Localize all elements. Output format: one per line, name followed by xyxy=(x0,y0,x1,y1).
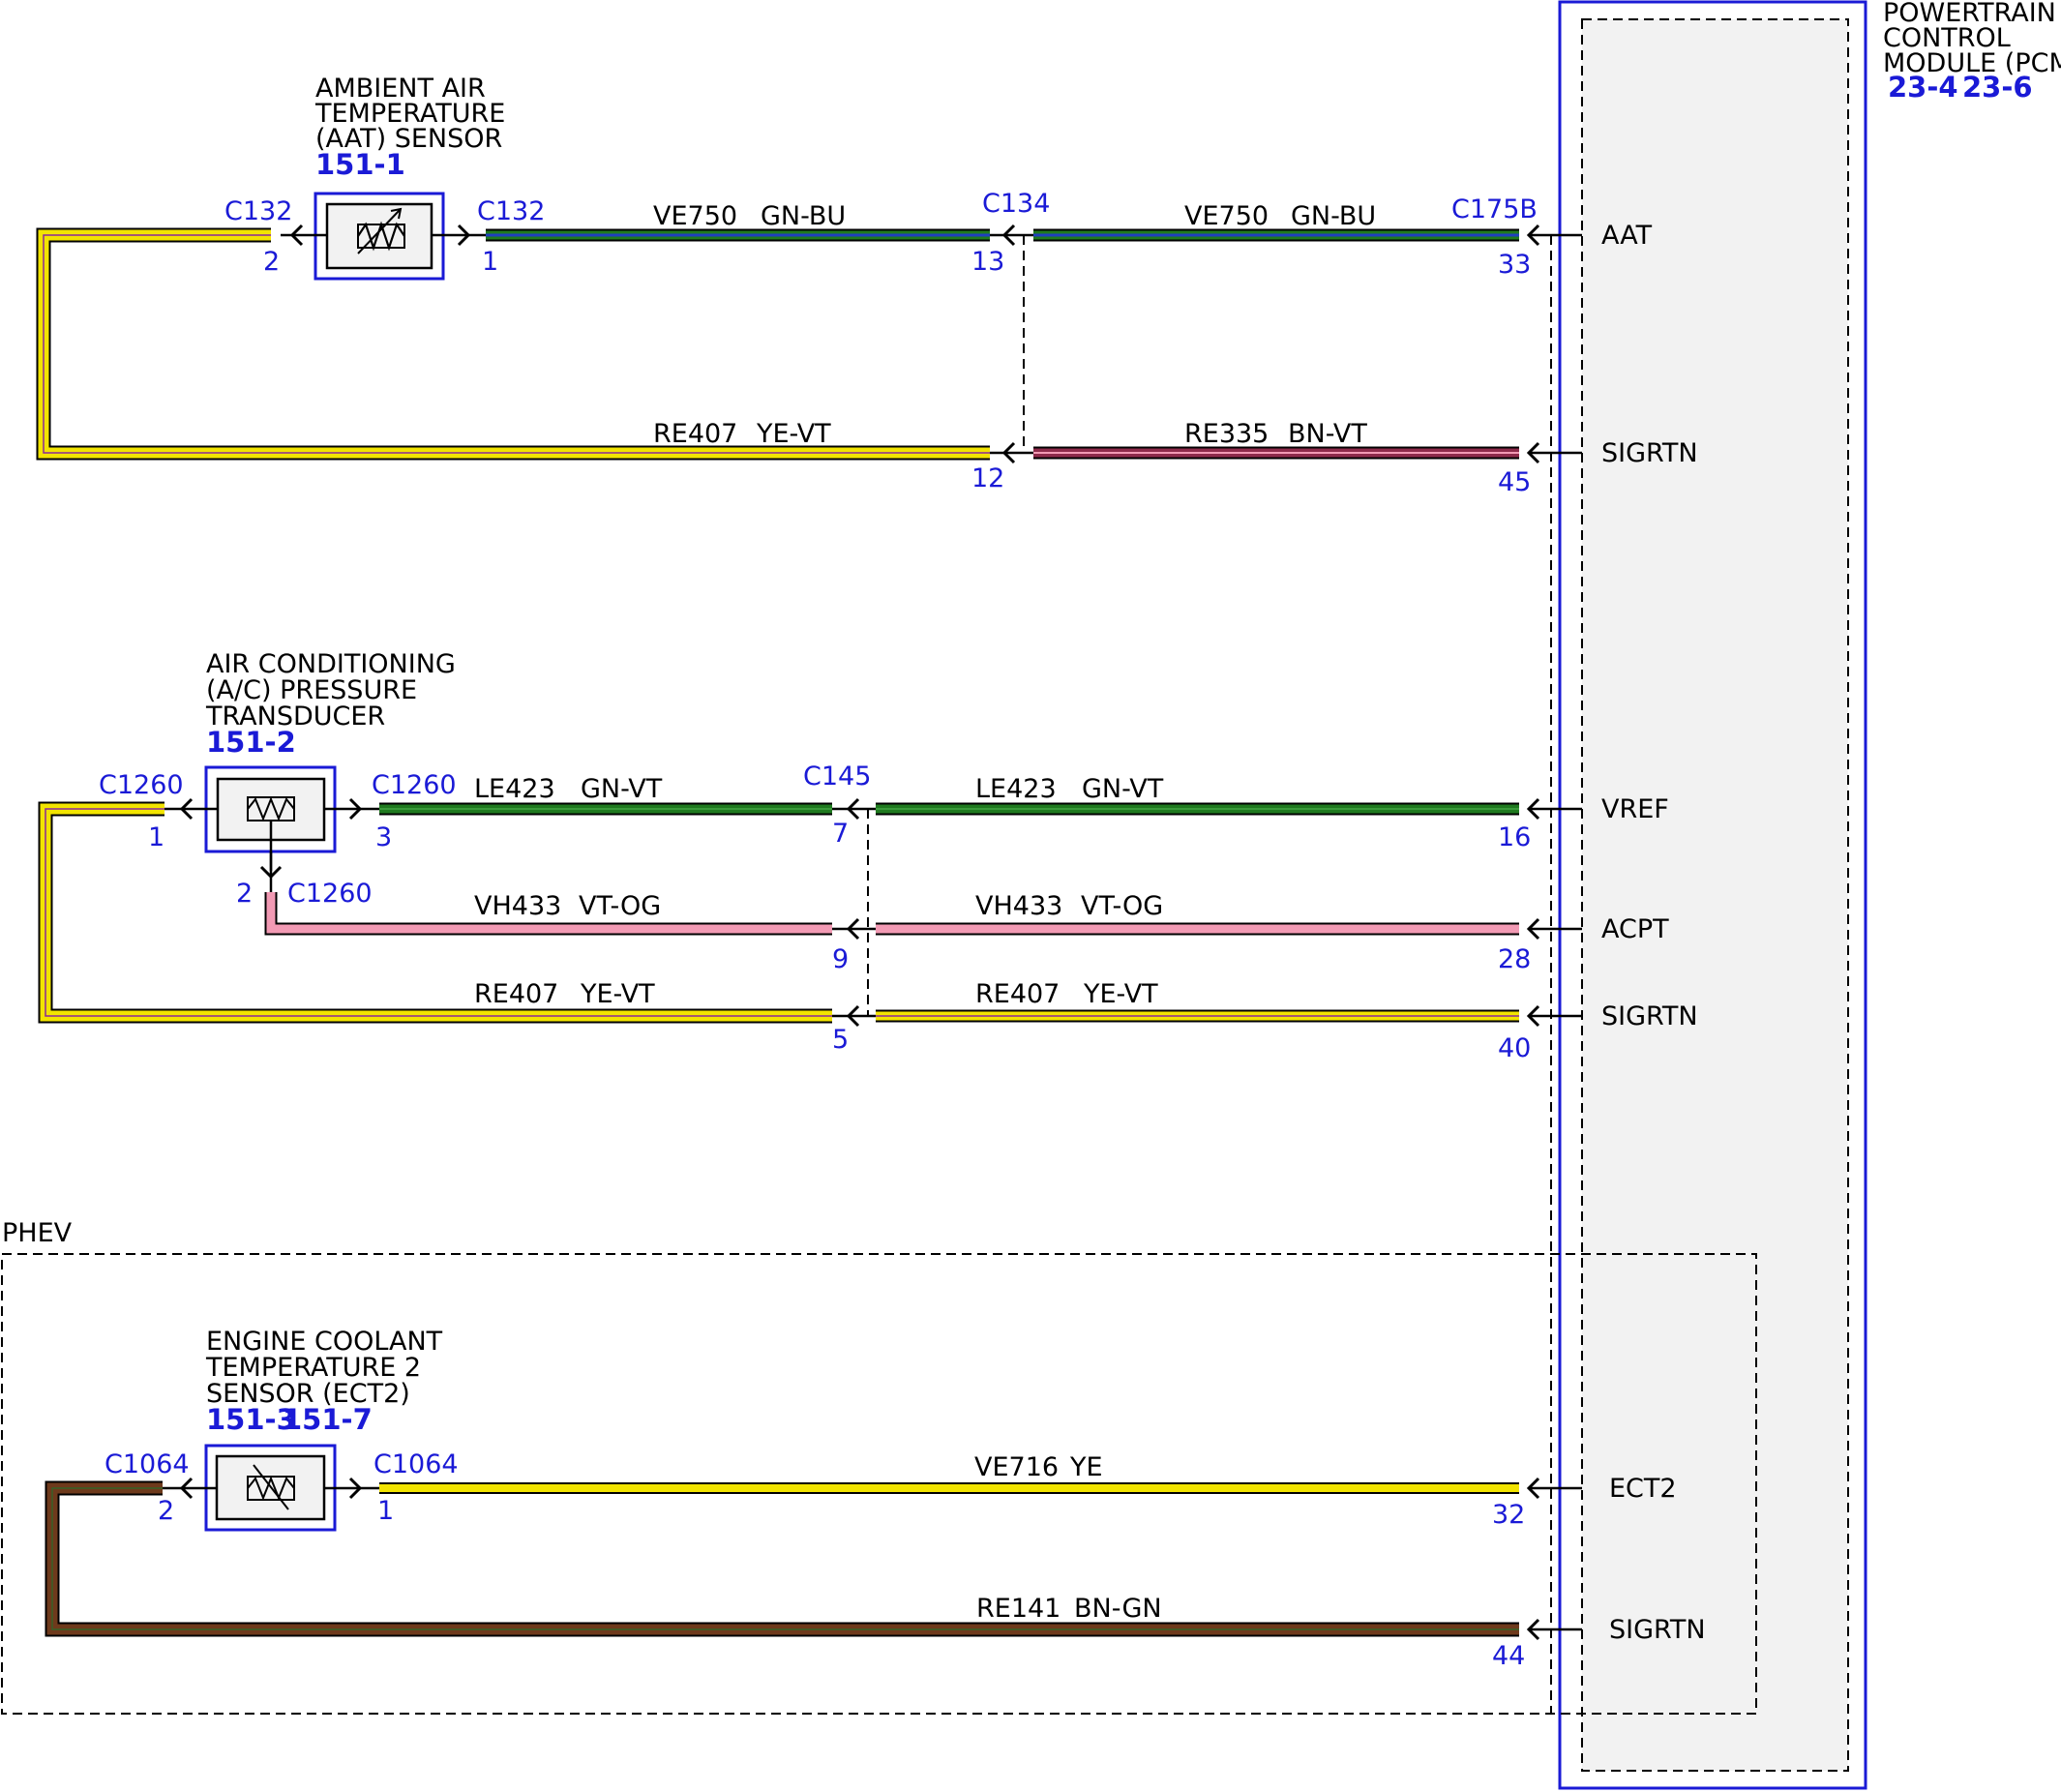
wire-color: YE-VT xyxy=(756,419,831,449)
wire-label: VE716 xyxy=(974,1452,1059,1482)
pcm-pin-number: 28 xyxy=(1498,944,1531,974)
pcm-connector-label: C175B xyxy=(1451,194,1538,224)
wire-re407-loop[interactable] xyxy=(36,227,990,461)
inline-pin-c: 5 xyxy=(832,1025,849,1055)
pcm-signal-ect2: ECT2 xyxy=(1609,1474,1677,1504)
aat-conn-right: C132 xyxy=(477,196,545,226)
acpt-conn-bottom: C1260 xyxy=(287,879,373,909)
wire-color: GN-VT xyxy=(1082,774,1164,804)
pcm-signal-vref: VREF xyxy=(1601,794,1669,824)
wire-color: YE xyxy=(1069,1452,1103,1482)
aat-conn-left: C132 xyxy=(224,196,292,226)
pcm-pin-number: 32 xyxy=(1492,1500,1525,1530)
aat-sensor-section: AMBIENT AIR TEMPERATURE (AAT) SENSOR 151… xyxy=(36,74,1519,493)
acpt-section: AIR CONDITIONING (A/C) PRESSURE TRANSDUC… xyxy=(38,649,1519,1055)
wire-label: RE141 xyxy=(976,1594,1060,1624)
wire-color: BN-VT xyxy=(1288,419,1367,449)
wire-label: RE335 xyxy=(1184,419,1269,449)
wire-color: GN-BU xyxy=(761,201,846,231)
pcm-pin-number: 44 xyxy=(1492,1641,1525,1671)
inline-pin-a: 7 xyxy=(832,819,849,849)
inline-pin-bottom: 12 xyxy=(971,463,1004,493)
ect2-pin-left: 2 xyxy=(158,1496,174,1526)
pcm-pin-number: 16 xyxy=(1498,822,1531,852)
pcm-signal-aat: AAT xyxy=(1601,221,1653,251)
pcm-signal-acpt: ACPT xyxy=(1601,914,1669,944)
ect2-conn-right: C1064 xyxy=(373,1449,459,1479)
wire-label: LE423 xyxy=(975,774,1057,804)
acpt-pin-right: 3 xyxy=(375,822,392,852)
wire-color: BN-GN xyxy=(1074,1594,1162,1624)
aat-sensor-body xyxy=(325,202,433,270)
pcm-ref-2[interactable]: 23-6 xyxy=(1962,71,2033,104)
wire-color: YE-VT xyxy=(580,979,655,1009)
wire-label: VH433 xyxy=(474,891,561,921)
wire-label: VE750 xyxy=(653,201,737,231)
pcm-pin-number: 40 xyxy=(1498,1033,1531,1063)
pcm-pin-number: 45 xyxy=(1498,467,1531,497)
wire-color: YE-VT xyxy=(1083,979,1158,1009)
pcm-inner-box xyxy=(1581,18,1849,1772)
aat-pin-right: 1 xyxy=(482,247,498,277)
wire-label: RE407 xyxy=(975,979,1060,1009)
acpt-conn-right: C1260 xyxy=(372,770,457,800)
aat-pin-left: 2 xyxy=(263,247,280,277)
wire-color: GN-BU xyxy=(1291,201,1376,231)
ect2-conn-left: C1064 xyxy=(105,1449,190,1479)
ect2-ref-2[interactable]: 151-7 xyxy=(283,1403,373,1436)
inline-connector-name: C134 xyxy=(982,189,1050,219)
wire-color: VT-OG xyxy=(1081,891,1163,921)
wire-label: VH433 xyxy=(975,891,1062,921)
wire-label: RE407 xyxy=(653,419,737,449)
pcm-signal-sigrtn: SIGRTN xyxy=(1609,1615,1706,1645)
wire-label: LE423 xyxy=(474,774,555,804)
acpt-conn-left: C1260 xyxy=(99,770,184,800)
inline-pin-b: 9 xyxy=(832,944,849,974)
wire-label: RE407 xyxy=(474,979,558,1009)
ect2-pin-right: 1 xyxy=(377,1496,394,1526)
acpt-ref[interactable]: 151-2 xyxy=(206,726,296,759)
wire-color: GN-VT xyxy=(581,774,663,804)
pcm-pin-number: 33 xyxy=(1498,250,1531,280)
wire-color: VT-OG xyxy=(579,891,661,921)
pcm-signal-sigrtn: SIGRTN xyxy=(1601,1001,1698,1031)
phev-label: PHEV xyxy=(2,1218,73,1248)
aat-ref[interactable]: 151-1 xyxy=(315,148,405,181)
pcm-signal-sigrtn: SIGRTN xyxy=(1601,438,1698,468)
wiring-diagram: POWERTRAIN CONTROL MODULE (PCM) 23-4 23-… xyxy=(1,0,2061,1790)
phev-option-section: PHEV ENGINE COOLANT TEMPERATURE 2 SENSOR… xyxy=(1,1218,1757,1715)
inline-connector-name: C145 xyxy=(803,762,871,791)
inline-pin-top: 13 xyxy=(971,247,1004,277)
wire-label: VE750 xyxy=(1184,201,1269,231)
acpt-pin-bottom: 2 xyxy=(236,879,253,909)
pcm-ref-1[interactable]: 23-4 xyxy=(1888,71,1958,104)
acpt-pin-left: 1 xyxy=(148,822,164,852)
